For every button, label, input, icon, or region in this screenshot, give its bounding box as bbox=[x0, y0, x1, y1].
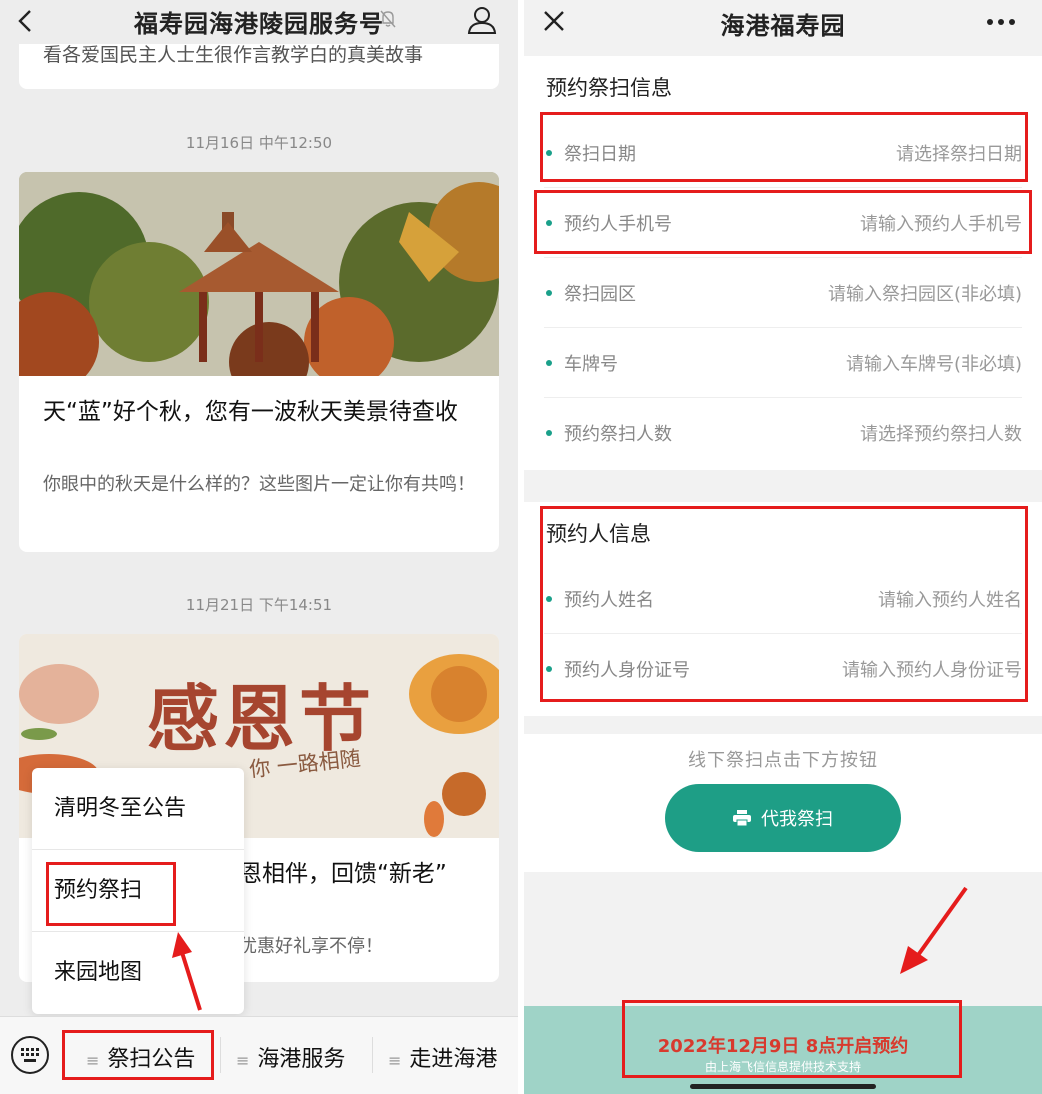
keyboard-icon[interactable] bbox=[10, 1035, 50, 1075]
more-options-icon[interactable] bbox=[986, 18, 1016, 26]
section-title: 预约祭扫信息 bbox=[546, 76, 672, 100]
menu-tab-explore[interactable]: ≡ 走进海港 bbox=[388, 1041, 497, 1073]
article-description: 优惠好礼享不停！ bbox=[239, 936, 383, 957]
bullet-dot bbox=[546, 290, 552, 296]
field-plate-number[interactable]: 车牌号 请输入车牌号(非必填) bbox=[544, 328, 1022, 398]
message-timestamp: 11月16日 中午12:50 bbox=[185, 134, 333, 152]
chat-header: 福寿园海港陵园服务号 bbox=[0, 0, 518, 44]
field-visitor-count[interactable]: 预约祭扫人数 请选择预约祭扫人数 bbox=[544, 398, 1022, 468]
menu-lines-icon: ≡ bbox=[388, 1051, 402, 1070]
bullet-dot bbox=[546, 360, 552, 366]
autumn-pavilion-image bbox=[19, 172, 499, 376]
field-placeholder: 请输入祭扫园区(非必填) bbox=[827, 284, 1022, 305]
red-arrow-icon bbox=[900, 886, 968, 974]
highlight-box-booker bbox=[540, 506, 1028, 702]
printer-icon bbox=[733, 810, 751, 826]
previous-article-card[interactable]: 看各爱国民主人士生很作言教学白的真美故事 bbox=[19, 44, 499, 89]
field-placeholder: 请输入车牌号(非必填) bbox=[845, 354, 1022, 375]
home-indicator bbox=[690, 1084, 876, 1089]
account-title: 福寿园海港陵园服务号 bbox=[134, 10, 384, 38]
field-placeholder: 请选择预约祭扫人数 bbox=[860, 424, 1022, 445]
menu-separator bbox=[372, 1037, 373, 1073]
mute-bell-icon bbox=[380, 10, 396, 28]
proxy-sweep-button[interactable]: 代我祭扫 bbox=[665, 784, 901, 852]
bullet-dot bbox=[546, 430, 552, 436]
highlight-box-date bbox=[540, 112, 1028, 182]
article-headline: 天“蓝”好个秋，您有一波秋天美景待查收 bbox=[43, 399, 458, 425]
profile-icon[interactable] bbox=[466, 4, 498, 36]
highlight-box-tab bbox=[62, 1030, 214, 1080]
field-label: 车牌号 bbox=[564, 354, 618, 375]
message-timestamp: 11月21日 下午14:51 bbox=[185, 596, 333, 614]
menu-tab-label: 走进海港 bbox=[409, 1047, 498, 1072]
highlight-box-phone bbox=[534, 190, 1032, 254]
field-park-area[interactable]: 祭扫园区 请输入祭扫园区(非必填) bbox=[544, 258, 1022, 328]
highlight-box-book-menu bbox=[46, 862, 176, 926]
previous-article-text: 看各爱国民主人士生很作言教学白的真美故事 bbox=[43, 44, 424, 66]
field-label: 祭扫园区 bbox=[564, 284, 636, 305]
page-title: 海港福寿园 bbox=[720, 12, 846, 40]
menu-item-cemetery-map[interactable]: 来园地图 bbox=[32, 932, 244, 1014]
menu-item-qingming-notice[interactable]: 清明冬至公告 bbox=[32, 768, 244, 850]
menu-separator bbox=[220, 1037, 221, 1073]
red-arrow-icon bbox=[172, 932, 202, 1011]
article-card[interactable]: 天“蓝”好个秋，您有一波秋天美景待查收 你眼中的秋天是什么样的？这些图片一定让你… bbox=[19, 172, 499, 552]
article-description: 你眼中的秋天是什么样的？这些图片一定让你有共鸣！ bbox=[43, 474, 475, 495]
wechat-chat-panel: 看各爱国民主人士生很作言教学白的真美故事 福寿园海港陵园服务号 11月16日 中… bbox=[0, 0, 518, 1094]
field-label: 预约祭扫人数 bbox=[564, 424, 672, 445]
menu-tab-port-services[interactable]: ≡ 海港服务 bbox=[236, 1041, 345, 1073]
screenshot-composite: 看各爱国民主人士生很作言教学白的真美故事 福寿园海港陵园服务号 11月16日 中… bbox=[0, 0, 1042, 1094]
proxy-sweep-section: 线下祭扫点击下方按钮 代我祭扫 bbox=[524, 734, 1042, 872]
webview-header: 海港福寿园 bbox=[524, 0, 1042, 48]
menu-tab-label: 海港服务 bbox=[257, 1047, 346, 1072]
offline-hint: 线下祭扫点击下方按钮 bbox=[688, 750, 878, 771]
article-headline: 恩相伴，回馈“新老” bbox=[239, 861, 447, 887]
highlight-box-open-time bbox=[622, 1000, 962, 1078]
proxy-sweep-label: 代我祭扫 bbox=[761, 809, 833, 830]
menu-lines-icon: ≡ bbox=[236, 1051, 250, 1070]
